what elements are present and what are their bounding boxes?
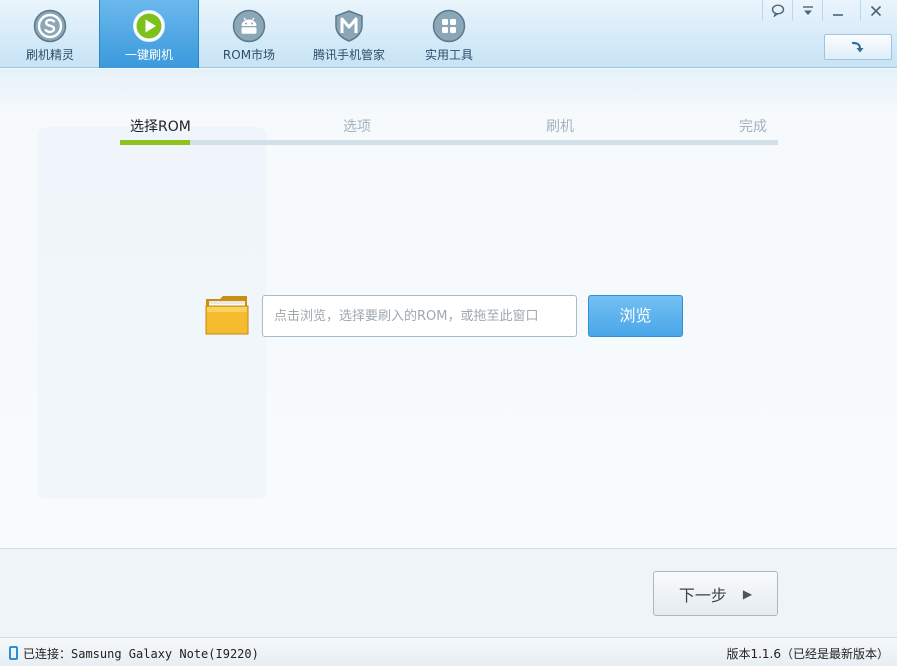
tab-shuaji-jingling[interactable]: 刷机精灵: [0, 0, 100, 68]
connection-status: 已连接：Samsung Galaxy Note(I9220): [23, 647, 259, 661]
version-status: 版本1.1.6（已经是最新版本）: [726, 647, 889, 661]
minimize-button[interactable]: [822, 0, 852, 21]
action-area: 下一步 ▶: [0, 548, 897, 637]
next-step-button[interactable]: 下一步 ▶: [653, 571, 778, 616]
folder-icon: [205, 296, 249, 335]
refresh-button[interactable]: [824, 34, 892, 60]
rom-path-input[interactable]: [262, 295, 577, 337]
feedback-icon: [771, 4, 784, 17]
grid-tools-icon: [432, 9, 466, 43]
tab-label: ROM市场: [222, 48, 276, 62]
tab-utility-tools[interactable]: 实用工具: [399, 0, 499, 68]
menu-button[interactable]: [792, 0, 822, 21]
flash-wizard-panel: 选择ROM 选项 刷机 完成 浏览: [0, 69, 897, 548]
curved-arrow-icon: [851, 41, 864, 53]
top-toolbar: 刷机精灵 一键刷机 ROM市场 腾讯手机管家 实用工具: [0, 0, 897, 68]
phone-icon: [9, 646, 18, 660]
android-icon: [232, 9, 266, 43]
tab-one-click-flash[interactable]: 一键刷机: [99, 0, 199, 68]
step-done: 完成: [739, 119, 767, 135]
tab-tencent-manager[interactable]: 腾讯手机管家: [299, 0, 399, 68]
minimize-icon: [832, 13, 843, 16]
play-icon: [133, 10, 165, 42]
step-flash: 刷机: [546, 119, 574, 135]
next-step-label: 下一步: [678, 585, 727, 605]
menu-icon: [802, 5, 813, 15]
tab-label: 实用工具: [424, 48, 473, 62]
tab-label: 一键刷机: [124, 48, 173, 62]
play-arrow-icon: ▶: [742, 586, 753, 601]
step-progress-bar: [120, 140, 778, 145]
step-options: 选项: [343, 119, 371, 135]
status-bar: 已连接：Samsung Galaxy Note(I9220) 版本1.1.6（已…: [0, 637, 897, 666]
step-progress-fill: [120, 140, 190, 145]
tab-rom-market[interactable]: ROM市场: [199, 0, 299, 68]
tab-label: 刷机精灵: [25, 48, 74, 62]
close-icon: [870, 5, 881, 16]
close-button[interactable]: [860, 0, 890, 21]
step-select-rom: 选择ROM: [130, 119, 191, 135]
shuaji-logo-icon: [33, 9, 67, 43]
browse-button[interactable]: 浏览: [588, 295, 683, 337]
tencent-shield-icon: [335, 10, 363, 42]
feedback-button[interactable]: [762, 0, 792, 21]
tab-label: 腾讯手机管家: [312, 48, 385, 62]
